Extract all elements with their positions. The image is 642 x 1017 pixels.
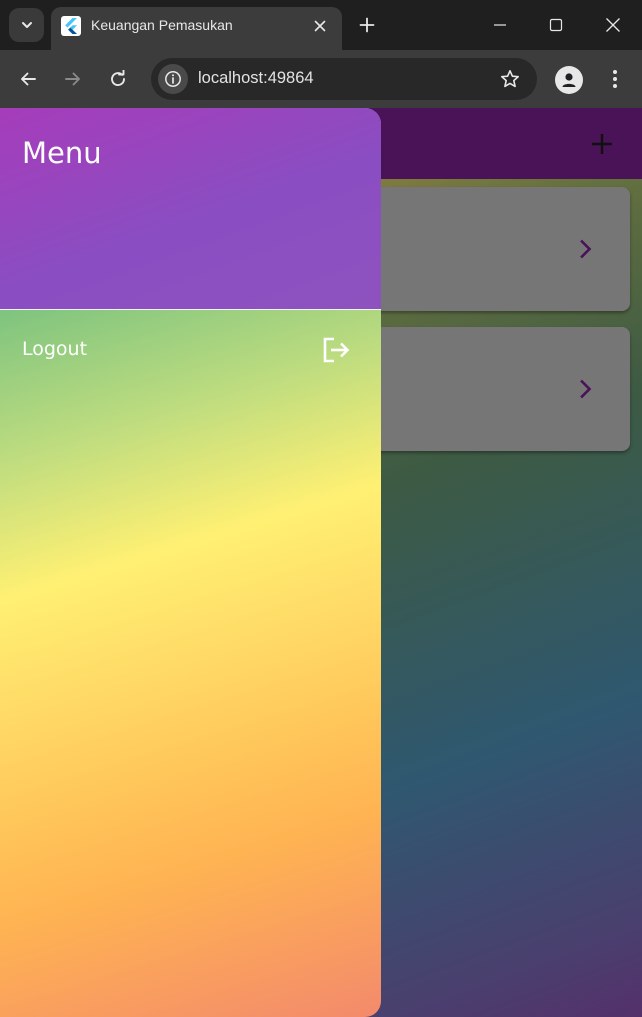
close-window-button[interactable] (585, 0, 641, 50)
person-icon (562, 73, 576, 87)
more-vert-icon (613, 70, 617, 88)
drawer-title: Menu (22, 136, 102, 170)
drawer-item-logout[interactable]: Logout (0, 318, 381, 382)
reload-button[interactable] (101, 62, 135, 96)
chevron-right-icon (580, 239, 592, 259)
chevron-down-icon (21, 22, 32, 28)
profile-button[interactable] (555, 66, 583, 94)
site-info-button[interactable] (158, 64, 188, 94)
tab-title: Keuangan Pemasukan (91, 17, 233, 33)
flutter-logo-icon (61, 16, 81, 36)
logout-icon (321, 336, 351, 364)
browser-tab-active[interactable]: Keuangan Pemasukan (51, 7, 342, 50)
close-icon (606, 18, 620, 32)
bookmark-button[interactable] (497, 66, 523, 92)
tab-search-button[interactable] (9, 8, 44, 42)
reload-icon (111, 70, 125, 87)
info-icon (165, 71, 181, 87)
navigation-drawer: Menu Logout (0, 108, 381, 1017)
card-chevron[interactable] (578, 237, 594, 261)
browser-toolbar: localhost:49864 (0, 50, 642, 108)
maximize-icon (549, 18, 563, 32)
chevron-right-icon (580, 379, 592, 399)
card-chevron[interactable] (578, 377, 594, 401)
tab-strip: Keuangan Pemasukan (0, 0, 642, 50)
minimize-icon (494, 24, 506, 26)
tab-close-button[interactable] (310, 16, 330, 36)
star-icon (501, 70, 519, 88)
add-button[interactable] (588, 130, 616, 158)
forward-button[interactable] (56, 62, 90, 96)
drawer-header: Menu (0, 108, 381, 310)
browser-menu-button[interactable] (603, 64, 627, 94)
minimize-button[interactable] (472, 0, 528, 50)
close-icon (314, 20, 326, 32)
back-button[interactable] (11, 62, 45, 96)
arrow-right-icon (65, 72, 80, 86)
plus-icon (359, 17, 375, 33)
url-text[interactable]: localhost:49864 (198, 69, 314, 88)
new-tab-button[interactable] (352, 10, 382, 40)
app-page: Menu Logout (0, 108, 642, 1017)
arrow-left-icon (21, 72, 36, 86)
plus-icon (592, 134, 612, 154)
browser-window: Keuangan Pemasukan localhost:49864 Menu … (0, 0, 642, 1017)
drawer-item-label: Logout (22, 338, 88, 360)
maximize-button[interactable] (528, 0, 584, 50)
address-bar[interactable]: localhost:49864 (151, 58, 537, 100)
